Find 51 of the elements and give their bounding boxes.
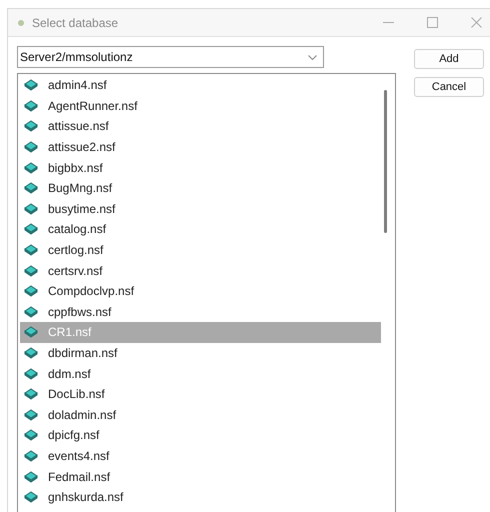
book-icon (24, 120, 38, 132)
add-button[interactable]: Add (414, 49, 484, 69)
book-icon (24, 202, 38, 215)
database-item[interactable]: events4.nsf (20, 446, 381, 466)
book-icon (24, 470, 38, 483)
minimize-icon[interactable] (382, 22, 394, 24)
book-icon (24, 264, 38, 277)
database-item[interactable]: certsrv.nsf (20, 260, 381, 281)
book-icon (24, 100, 38, 112)
book-icon (24, 408, 38, 421)
close-icon[interactable] (470, 17, 482, 28)
book-icon (24, 79, 38, 92)
book-icon (24, 306, 38, 318)
database-item[interactable]: catalog.nsf (20, 219, 381, 240)
database-item[interactable]: dbdirman.nsf (20, 342, 381, 364)
database-item[interactable]: ddm.nsf (20, 363, 381, 384)
database-item[interactable]: dpicfg.nsf (20, 425, 381, 446)
database-item[interactable]: doladmin.nsf (20, 404, 381, 426)
database-item[interactable]: attissue.nsf (20, 116, 381, 137)
database-item[interactable]: certlog.nsf (20, 240, 381, 260)
database-item[interactable]: Compdoclvp.nsf (20, 280, 381, 302)
book-icon (24, 223, 38, 236)
chevron-down-icon (308, 54, 317, 60)
book-icon (24, 429, 38, 442)
book-icon (24, 285, 38, 298)
maximize-icon[interactable] (426, 17, 438, 28)
book-icon (24, 141, 38, 154)
server-dropdown[interactable]: Server2/mmsolutionz (17, 46, 324, 68)
book-icon (24, 347, 38, 360)
book-icon (24, 162, 38, 174)
database-item[interactable]: Fedmail.nsf (20, 466, 381, 487)
database-item[interactable]: attissue2.nsf (20, 136, 381, 158)
cancel-button[interactable]: Cancel (414, 77, 484, 97)
book-icon (24, 368, 38, 380)
book-icon (24, 182, 38, 194)
book-icon (24, 388, 38, 400)
book-icon (24, 244, 38, 256)
database-item[interactable]: admin4.nsf (20, 75, 381, 96)
book-icon (24, 491, 38, 504)
database-item[interactable]: BugMng.nsf (20, 178, 381, 199)
app-icon (18, 20, 24, 26)
database-item[interactable]: DocLib.nsf (20, 384, 381, 404)
database-item[interactable]: cppfbws.nsf (20, 302, 381, 322)
book-icon (24, 326, 38, 338)
database-item[interactable]: busytime.nsf (20, 198, 381, 220)
database-item[interactable]: gnhskurda.nsf (20, 486, 381, 508)
scrollbar-thumb[interactable] (384, 90, 387, 233)
window-title: Select database (32, 16, 120, 30)
database-item[interactable]: bigbbx.nsf (20, 157, 381, 178)
database-item[interactable]: AgentRunner.nsf (20, 96, 381, 116)
book-icon (24, 450, 38, 462)
